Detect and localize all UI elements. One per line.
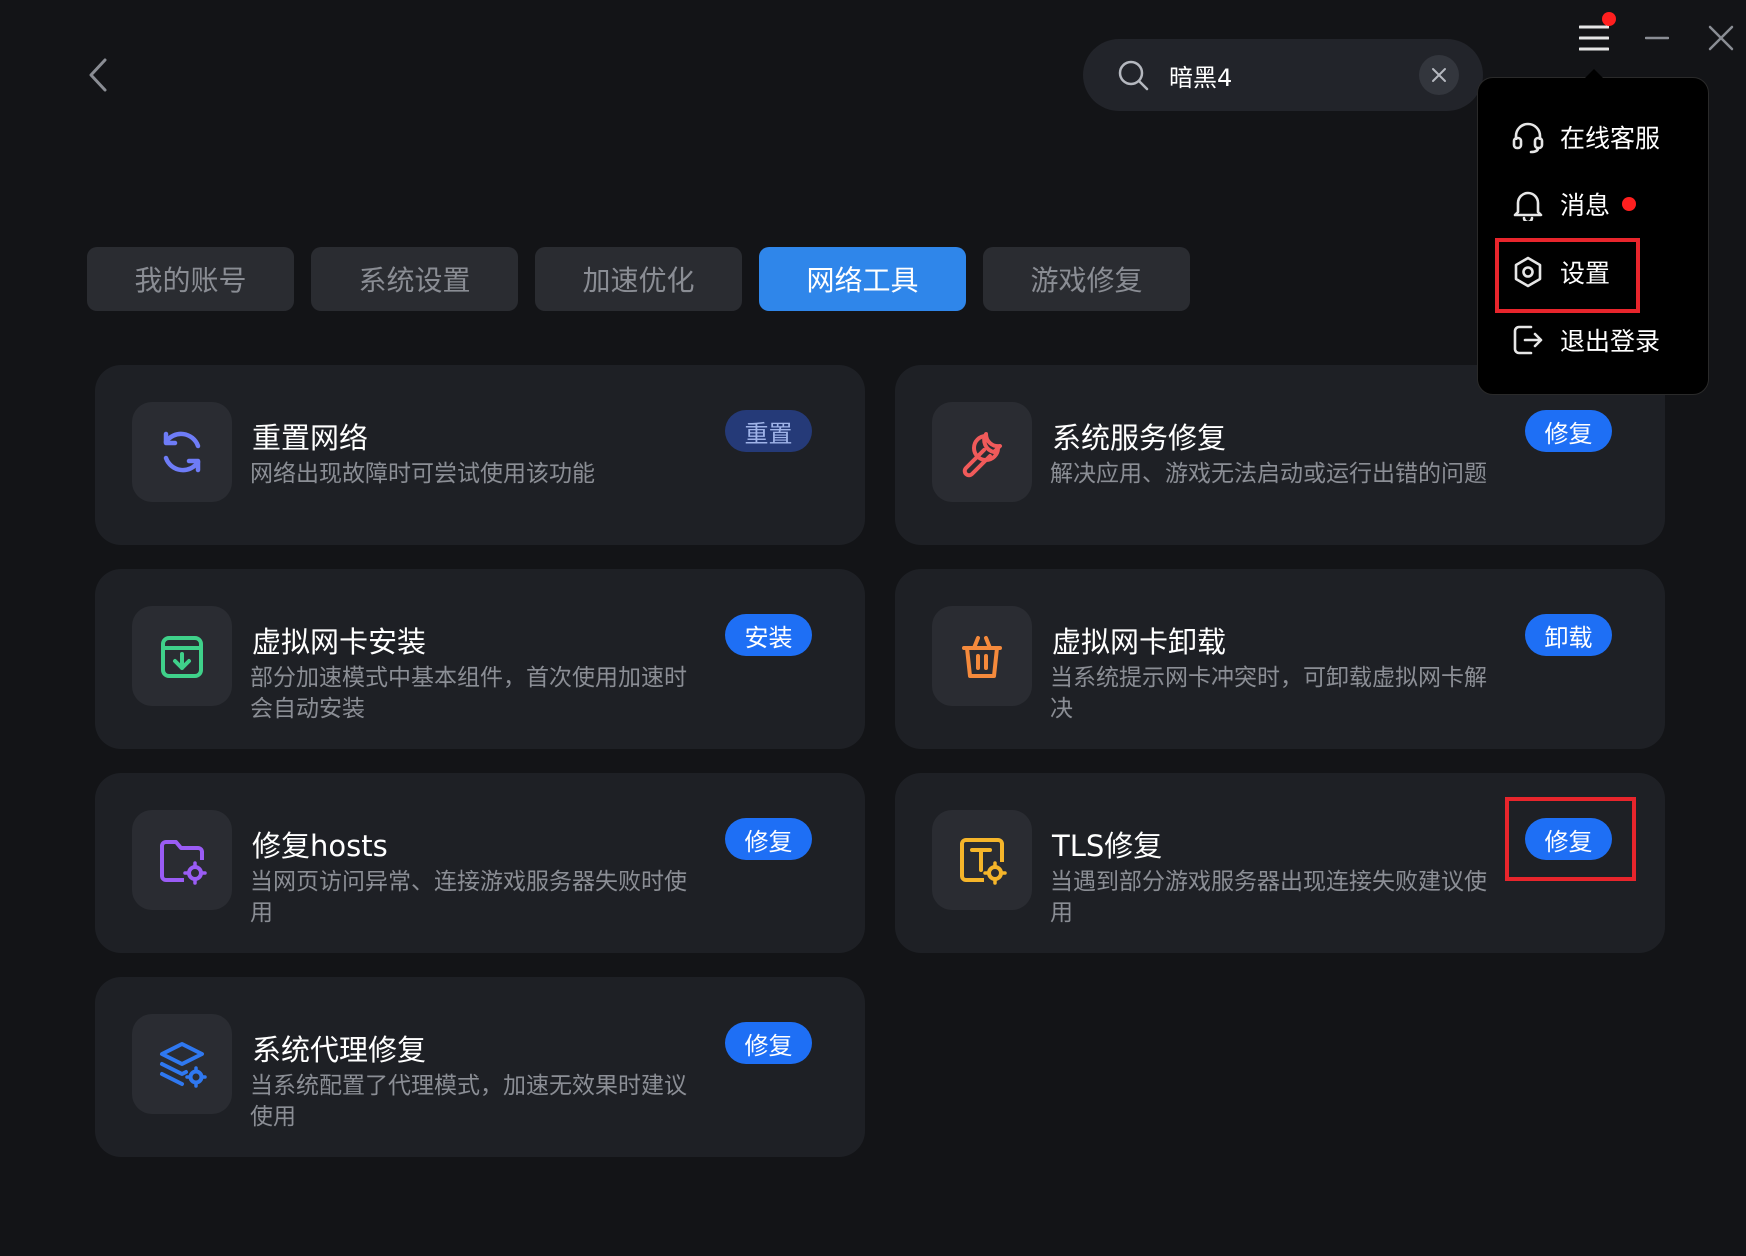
card-description: 解决应用、游戏无法启动或运行出错的问题 <box>1050 461 1487 487</box>
clear-search-button[interactable] <box>1419 55 1459 95</box>
logout-icon <box>1513 325 1543 355</box>
menu-item-messages[interactable]: 消息 <box>1510 182 1637 226</box>
layers-gear-icon <box>160 1042 207 1088</box>
install-button[interactable]: 安装 <box>725 614 812 656</box>
app-window: 我的账号 系统设置 加速优化 网络工具 游戏修复 重置网络 网络出现故障时可尝试… <box>0 0 1746 1256</box>
card-reset-network: 重置网络 网络出现故障时可尝试使用该功能 重置 <box>95 365 865 545</box>
tab-game-repair[interactable]: 游戏修复 <box>983 247 1190 311</box>
card-description: 网络出现故障时可尝试使用该功能 <box>250 461 595 487</box>
card-description: 当系统配置了代理模式，加速无效果时建议使用 <box>250 1073 687 1130</box>
card-title: 重置网络 <box>252 421 369 455</box>
menu-item-label: 退出登录 <box>1560 327 1661 356</box>
menu-item-online-service[interactable]: 在线客服 <box>1510 115 1660 159</box>
search-bar[interactable] <box>1083 39 1483 111</box>
download-box-icon <box>161 636 203 678</box>
uninstall-button[interactable]: 卸载 <box>1525 614 1612 656</box>
unread-dot <box>1622 197 1637 211</box>
card-description: 当系统提示网卡冲突时，可卸载虚拟网卡解决 <box>1050 665 1487 722</box>
search-icon <box>1118 60 1149 91</box>
repair-button[interactable]: 修复 <box>1525 410 1612 452</box>
card-virtual-nic-uninstall: 虚拟网卡卸载 当系统提示网卡冲突时，可卸载虚拟网卡解决 卸载 <box>895 569 1665 749</box>
close-icon <box>1432 68 1446 82</box>
card-title: 虚拟网卡安装 <box>252 625 427 659</box>
trash-icon <box>962 636 1002 678</box>
search-input[interactable] <box>1169 53 1399 97</box>
notification-dot <box>1602 12 1616 26</box>
tls-repair-button[interactable]: 修复 <box>1525 818 1612 860</box>
menu-item-logout[interactable]: 退出登录 <box>1510 318 1660 362</box>
tab-my-account[interactable]: 我的账号 <box>87 247 294 311</box>
chevron-left-icon <box>89 58 107 92</box>
tab-network-tools[interactable]: 网络工具 <box>759 247 966 311</box>
reset-button[interactable]: 重置 <box>725 410 812 452</box>
text-gear-icon <box>960 838 1007 885</box>
card-title: 虚拟网卡卸载 <box>1052 625 1227 659</box>
menu-item-label: 在线客服 <box>1560 124 1661 153</box>
menu-item-label: 设置 <box>1560 259 1611 288</box>
menu-item-label: 消息 <box>1560 191 1611 220</box>
tab-acceleration[interactable]: 加速优化 <box>535 247 742 311</box>
dropdown-menu: 在线客服 消息 设置 退出登录 <box>1477 69 1709 395</box>
hamburger-icon <box>1579 25 1609 51</box>
settings-hex-icon <box>1514 256 1542 288</box>
headset-icon <box>1512 122 1544 154</box>
wrench-icon <box>962 432 1002 478</box>
close-button[interactable] <box>1701 18 1741 58</box>
card-system-proxy-repair: 系统代理修复 当系统配置了代理模式，加速无效果时建议使用 修复 <box>95 977 865 1157</box>
close-window-icon <box>1708 25 1734 51</box>
folder-gear-icon <box>160 840 207 885</box>
tab-bar: 我的账号 系统设置 加速优化 网络工具 游戏修复 <box>87 247 1190 311</box>
card-title: 系统代理修复 <box>252 1033 427 1067</box>
card-virtual-nic-install: 虚拟网卡安装 部分加速模式中基本组件，首次使用加速时会自动安装 安装 <box>95 569 865 749</box>
card-title: TLS修复 <box>1052 829 1163 863</box>
card-repair-hosts: 修复hosts 当网页访问异常、连接游戏服务器失败时使用 修复 <box>95 773 865 953</box>
back-button[interactable] <box>80 50 116 100</box>
minimize-icon <box>1645 36 1669 40</box>
card-description: 部分加速模式中基本组件，首次使用加速时会自动安装 <box>250 665 687 722</box>
card-description: 当遇到部分游戏服务器出现连接失败建议使用 <box>1050 869 1487 926</box>
card-tls-repair: TLS修复 当遇到部分游戏服务器出现连接失败建议使用 修复 <box>895 773 1665 953</box>
menu-item-settings[interactable]: 设置 <box>1510 250 1610 294</box>
tab-system-settings[interactable]: 系统设置 <box>311 247 518 311</box>
card-title: 系统服务修复 <box>1052 421 1227 455</box>
bell-icon <box>1513 191 1543 221</box>
repair-button[interactable]: 修复 <box>725 1022 812 1064</box>
card-description: 当网页访问异常、连接游戏服务器失败时使用 <box>250 869 687 926</box>
minimize-button[interactable] <box>1637 18 1677 58</box>
refresh-icon <box>163 431 201 473</box>
repair-button[interactable]: 修复 <box>725 818 812 860</box>
card-title: 修复hosts <box>252 829 388 863</box>
